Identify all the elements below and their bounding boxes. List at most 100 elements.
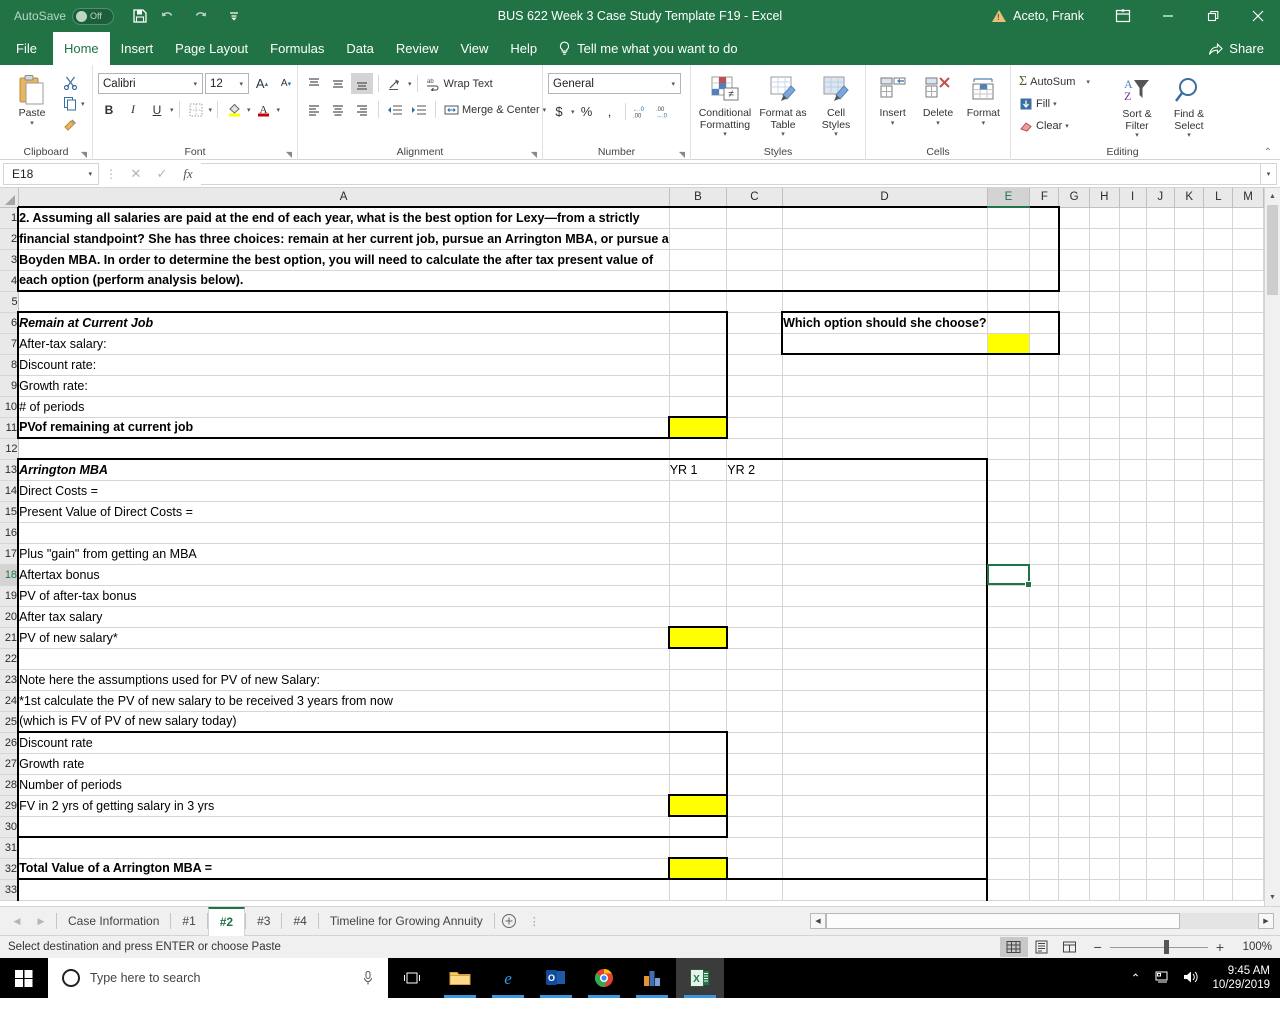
cell-j30[interactable]: [1146, 816, 1175, 838]
cell-k3[interactable]: [1174, 249, 1205, 271]
row-header-17[interactable]: 17: [0, 543, 19, 565]
insert-function-icon[interactable]: fx: [175, 163, 201, 185]
cell-g33[interactable]: [1058, 879, 1090, 901]
cell-a33[interactable]: [17, 879, 670, 901]
cell-i7[interactable]: [1119, 333, 1147, 355]
cell-l29[interactable]: [1203, 795, 1234, 817]
cell-m31[interactable]: [1232, 837, 1264, 859]
cell-c9[interactable]: [726, 375, 783, 397]
outlook-icon[interactable]: O: [532, 958, 580, 998]
cell-e31[interactable]: [987, 837, 1031, 859]
row-header-12[interactable]: 12: [0, 438, 19, 460]
percent-icon[interactable]: %: [576, 101, 598, 122]
find-select-button[interactable]: Find & Select ▾: [1163, 71, 1215, 140]
cell-m9[interactable]: [1232, 375, 1264, 397]
cell-a1[interactable]: 2. Assuming all salaries are paid at the…: [17, 206, 670, 229]
cell-g26[interactable]: [1058, 732, 1090, 754]
cell-e9[interactable]: [987, 375, 1031, 397]
cell-a10[interactable]: # of periods: [17, 396, 670, 418]
cell-a18[interactable]: Aftertax bonus: [17, 564, 670, 586]
clear-button[interactable]: Clear ▾: [1016, 115, 1111, 136]
cell-g15[interactable]: [1058, 501, 1090, 523]
cell-i27[interactable]: [1119, 753, 1147, 775]
cell-g20[interactable]: [1058, 606, 1090, 628]
row-header-27[interactable]: 27: [0, 753, 19, 775]
cell-d12[interactable]: [782, 438, 988, 460]
volume-icon[interactable]: [1182, 969, 1200, 988]
cell-h21[interactable]: [1089, 627, 1120, 649]
cell-b19[interactable]: [669, 585, 728, 607]
cell-j14[interactable]: [1146, 480, 1175, 502]
cell-e8[interactable]: [987, 354, 1031, 376]
cell-i19[interactable]: [1119, 585, 1147, 607]
cell-d27[interactable]: [782, 753, 989, 775]
sort-filter-dropdown-icon[interactable]: ▾: [1135, 132, 1139, 140]
decrease-font-size-icon[interactable]: A ▾: [275, 73, 297, 94]
orientation-icon[interactable]: [384, 73, 406, 94]
cell-g2[interactable]: [1058, 228, 1090, 250]
cell-i26[interactable]: [1119, 732, 1147, 754]
cell-j24[interactable]: [1146, 690, 1175, 712]
cell-g29[interactable]: [1058, 795, 1090, 817]
cell-f15[interactable]: [1029, 501, 1060, 523]
cell-l6[interactable]: [1203, 312, 1234, 334]
cell-b32[interactable]: [668, 857, 728, 880]
cell-k25[interactable]: [1174, 711, 1205, 733]
cell-l19[interactable]: [1203, 585, 1234, 607]
cell-a19[interactable]: PV of after-tax bonus: [17, 585, 670, 607]
cell-e22[interactable]: [987, 648, 1031, 670]
tell-me-box[interactable]: Tell me what you want to do: [548, 32, 747, 65]
cell-j13[interactable]: [1146, 459, 1175, 481]
column-header-i[interactable]: I: [1119, 188, 1147, 208]
cell-m28[interactable]: [1232, 774, 1264, 796]
cut-icon[interactable]: [59, 72, 81, 93]
cell-h15[interactable]: [1089, 501, 1120, 523]
cell-a29[interactable]: FV in 2 yrs of getting salary in 3 yrs: [17, 795, 670, 817]
cell-f9[interactable]: [1029, 375, 1060, 397]
cell-a3[interactable]: Boyden MBA. In order to determine the be…: [17, 249, 670, 271]
row-header-22[interactable]: 22: [0, 648, 19, 670]
cell-h22[interactable]: [1089, 648, 1120, 670]
cell-j4[interactable]: [1146, 270, 1175, 292]
cell-l12[interactable]: [1203, 438, 1234, 460]
cell-c6[interactable]: [726, 312, 783, 334]
cell-i6[interactable]: [1119, 312, 1147, 334]
cell-k13[interactable]: [1174, 459, 1205, 481]
chrome-icon[interactable]: [580, 958, 628, 998]
cell-f30[interactable]: [1029, 816, 1060, 838]
cell-g28[interactable]: [1058, 774, 1090, 796]
cell-e19[interactable]: [987, 585, 1031, 607]
cell-e14[interactable]: [987, 480, 1031, 502]
cell-g21[interactable]: [1058, 627, 1090, 649]
cell-d26[interactable]: [782, 732, 989, 754]
cell-c11[interactable]: [726, 417, 783, 439]
cell-i31[interactable]: [1119, 837, 1147, 859]
cell-f32[interactable]: [1029, 858, 1060, 880]
cell-d1[interactable]: [782, 206, 988, 229]
column-header-j[interactable]: J: [1146, 188, 1175, 208]
tab-view[interactable]: View: [449, 32, 499, 65]
cell-e15[interactable]: [987, 501, 1031, 523]
cell-l28[interactable]: [1203, 774, 1234, 796]
cell-f14[interactable]: [1029, 480, 1060, 502]
row-header-18[interactable]: 18: [0, 564, 19, 586]
start-button[interactable]: [0, 958, 48, 998]
cell-f3[interactable]: [1029, 249, 1060, 271]
align-bottom-icon[interactable]: [351, 73, 373, 94]
cell-m1[interactable]: [1232, 207, 1264, 229]
row-header-29[interactable]: 29: [0, 795, 19, 817]
scroll-down-icon[interactable]: ▼: [1265, 889, 1280, 906]
tab-insert[interactable]: Insert: [110, 32, 165, 65]
cell-k9[interactable]: [1174, 375, 1205, 397]
cell-d19[interactable]: [782, 585, 989, 607]
cell-b1[interactable]: [669, 206, 728, 229]
cell-i23[interactable]: [1119, 669, 1147, 691]
cell-a6[interactable]: Remain at Current Job: [17, 311, 670, 334]
cell-c2[interactable]: [726, 228, 783, 250]
cell-d21[interactable]: [782, 627, 989, 649]
cell-j28[interactable]: [1146, 774, 1175, 796]
zoom-slider[interactable]: [1109, 939, 1208, 955]
restore-button[interactable]: [1190, 0, 1235, 32]
sheet-tab-3[interactable]: #3: [246, 907, 281, 936]
cell-i13[interactable]: [1119, 459, 1147, 481]
